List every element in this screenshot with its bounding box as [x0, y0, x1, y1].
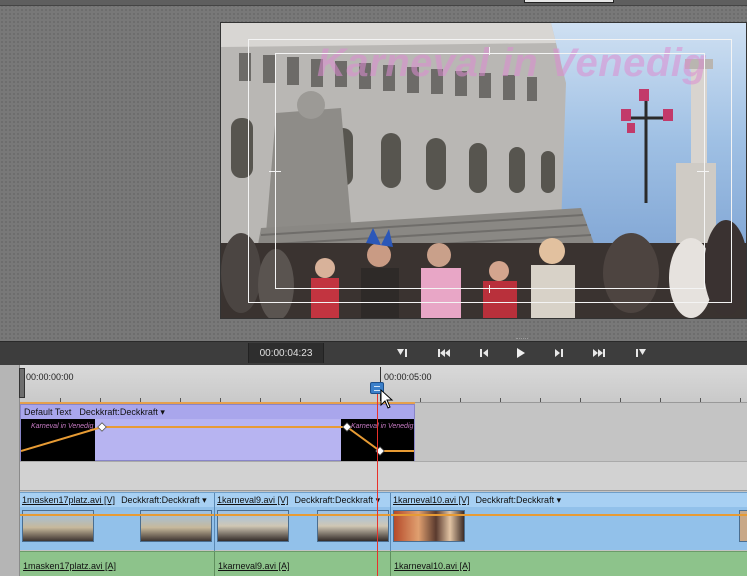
ruler-tick [740, 398, 741, 402]
ruler-tick [420, 398, 421, 402]
step-forward-icon [555, 349, 563, 357]
ruler-label-5s: 00:00:05:00 [384, 372, 432, 382]
playhead-line [377, 391, 378, 576]
set-out-point-icon [636, 349, 646, 357]
opacity-keyframe-line[interactable] [20, 514, 214, 516]
safe-tick-right [697, 171, 709, 172]
video-clip-property-menu[interactable]: Deckkraft:Deckkraft ▾ [476, 495, 562, 506]
set-out-point-button[interactable] [627, 344, 655, 362]
video-clip-property-menu[interactable]: Deckkraft:Deckkraft ▾ [295, 495, 381, 506]
audio-track: 1masken17platz.avi [A] 1karneval9.avi [A… [20, 551, 747, 576]
video-clip-name: 1masken17platz.avi [V] [22, 495, 116, 505]
ruler-tick [620, 398, 621, 402]
mouse-cursor-icon [380, 389, 394, 409]
opacity-keyframe-line[interactable] [215, 514, 390, 516]
title-overlay-text: Karneval in Venedig [317, 41, 708, 85]
audio-clip-3[interactable]: 1karneval10.avi [A] [391, 552, 747, 576]
audio-clip-name: 1karneval10.avi [A] [394, 561, 471, 571]
empty-track-lane[interactable] [20, 461, 747, 491]
title-opacity-keyframes[interactable] [21, 405, 416, 462]
video-clip-property-menu[interactable]: Deckkraft:Deckkraft ▾ [121, 495, 207, 506]
ruler-tick [580, 398, 581, 402]
keyframe-marker [97, 422, 107, 432]
opacity-keyframe-line[interactable] [391, 514, 747, 516]
ruler-tick [540, 398, 541, 402]
current-timecode[interactable]: 00:00:04:23 [248, 343, 324, 363]
set-in-point-icon [397, 349, 407, 357]
go-to-start-button[interactable] [430, 344, 458, 362]
track-header-strip [0, 365, 20, 576]
set-in-point-button[interactable] [389, 344, 417, 362]
dropdown-arrow-icon: ▾ [556, 494, 562, 505]
video-clip-3[interactable]: 1karneval10.avi [V] Deckkraft:Deckkraft … [391, 493, 747, 551]
audio-clip-name: 1karneval9.avi [A] [218, 561, 290, 571]
safe-tick-top [489, 47, 490, 55]
safe-tick-bottom [489, 285, 490, 293]
video-clip-1[interactable]: 1masken17platz.avi [V] Deckkraft:Deckkra… [20, 493, 215, 551]
video-clip-name: 1karneval10.avi [V] [393, 495, 470, 505]
safe-tick-left [269, 171, 281, 172]
skip-to-end-icon [593, 349, 605, 357]
skip-to-start-icon [438, 349, 450, 357]
ruler-tick [700, 398, 701, 402]
play-button[interactable] [507, 344, 535, 362]
ruler-tick [460, 398, 461, 402]
audio-clip-1[interactable]: 1masken17platz.avi [A] [20, 552, 215, 576]
ruler-tick [500, 398, 501, 402]
video-clip-2[interactable]: 1karneval9.avi [V] Deckkraft:Deckkraft ▾ [215, 493, 391, 551]
title-clip[interactable]: Default Text Deckkraft:Deckkraft ▾ Karne… [20, 404, 415, 461]
step-forward-button[interactable] [545, 344, 573, 362]
top-panel-strip [0, 0, 747, 6]
video-clip-header: 1masken17platz.avi [V] Deckkraft:Deckkra… [20, 493, 214, 507]
ruler-label-start: 00:00:00:00 [26, 372, 74, 382]
video-clip-header: 1karneval9.avi [V] Deckkraft:Deckkraft ▾ [215, 493, 390, 507]
step-back-button[interactable] [470, 344, 498, 362]
video-clip-property-label: Deckkraft:Deckkraft [475, 494, 555, 505]
video-clip-property-label: Deckkraft:Deckkraft [294, 494, 374, 505]
video-clip-property-label: Deckkraft:Deckkraft [121, 494, 200, 505]
step-back-icon [480, 349, 488, 357]
ruler-tick [660, 398, 661, 402]
go-to-end-button[interactable] [585, 344, 613, 362]
timeline-start-handle[interactable] [19, 368, 25, 398]
video-clip-header: 1karneval10.avi [V] Deckkraft:Deckkraft … [391, 493, 747, 507]
dropdown-arrow-icon: ▾ [202, 494, 207, 505]
video-track: 1masken17platz.avi [V] Deckkraft:Deckkra… [20, 492, 747, 551]
audio-clip-2[interactable]: 1karneval9.avi [A] [215, 552, 391, 576]
audio-clip-name: 1masken17platz.avi [A] [23, 561, 117, 571]
video-preview[interactable]: Karneval in Venedig [220, 22, 747, 319]
video-clip-name: 1karneval9.avi [V] [217, 495, 289, 505]
top-tab[interactable] [524, 0, 614, 3]
play-icon [517, 348, 525, 358]
